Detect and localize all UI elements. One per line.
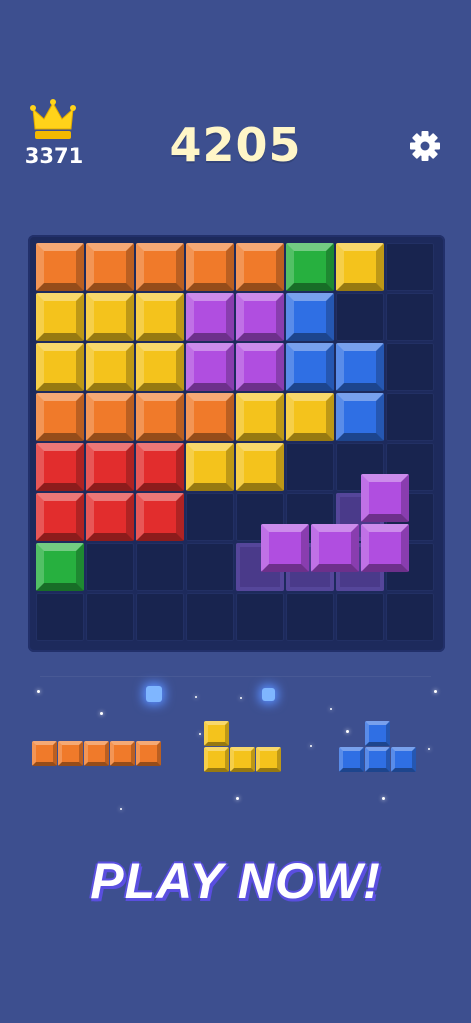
board-block-red: [86, 493, 134, 541]
sparkle-icon: [346, 730, 349, 733]
sparkle-icon: [310, 745, 312, 747]
board-block-yellow: [36, 343, 84, 391]
board-block-blue: [286, 293, 334, 341]
board-cell-empty[interactable]: [386, 593, 434, 641]
tray-piece-block: [204, 747, 229, 772]
sparkle-icon: [120, 808, 122, 810]
board-block-red: [136, 493, 184, 541]
board-block-orange: [236, 243, 284, 291]
tray-piece-block: [58, 741, 83, 766]
tray-piece-block: [256, 747, 281, 772]
board-block-blue: [336, 343, 384, 391]
tray-divider: [40, 676, 431, 677]
tray-piece-block: [365, 721, 390, 746]
board-cell-empty[interactable]: [86, 593, 134, 641]
sparkle-icon: [236, 797, 239, 800]
board-block-orange: [86, 243, 134, 291]
sparkle-icon: [428, 748, 430, 750]
sparkle-icon: [382, 797, 385, 800]
board-cell-empty[interactable]: [136, 543, 184, 591]
sparkle-icon: [100, 712, 103, 715]
board-cell-empty[interactable]: [36, 593, 84, 641]
board-block-orange: [136, 243, 184, 291]
board-block-yellow: [136, 293, 184, 341]
tray-piece-block: [204, 721, 229, 746]
board-cell-empty[interactable]: [236, 593, 284, 641]
board-block-purple: [186, 343, 234, 391]
board-block-yellow: [136, 343, 184, 391]
board-block-yellow: [86, 293, 134, 341]
tray-piece-block: [230, 747, 255, 772]
tray-piece-block: [84, 741, 109, 766]
board-block-red: [136, 443, 184, 491]
board-block-red: [86, 443, 134, 491]
game-board[interactable]: [28, 235, 445, 652]
board-block-purple: [236, 343, 284, 391]
sparkle-icon: [37, 690, 40, 693]
tray-piece-block: [136, 741, 161, 766]
board-cell-empty[interactable]: [386, 393, 434, 441]
sparkle-icon: [199, 733, 201, 735]
sparkle-icon: [240, 697, 242, 699]
glow-square-icon: [146, 686, 162, 702]
dragging-piece-block: [361, 474, 409, 522]
board-block-blue: [336, 393, 384, 441]
board-block-orange: [186, 243, 234, 291]
tray-piece-block: [391, 747, 416, 772]
dragging-piece-block: [361, 524, 409, 572]
board-block-red: [36, 443, 84, 491]
board-block-purple: [236, 293, 284, 341]
tray-piece-block: [32, 741, 57, 766]
board-block-red: [36, 493, 84, 541]
gear-icon[interactable]: [408, 129, 442, 163]
tray-piece-block: [365, 747, 390, 772]
board-cell-empty[interactable]: [386, 293, 434, 341]
board-block-orange: [86, 393, 134, 441]
board-block-yellow: [36, 293, 84, 341]
board-cell-empty[interactable]: [286, 593, 334, 641]
board-block-orange: [186, 393, 234, 441]
board-block-yellow: [86, 343, 134, 391]
sparkle-icon: [195, 696, 197, 698]
board-block-yellow: [236, 443, 284, 491]
dragging-piece-block: [311, 524, 359, 572]
tray-piece-block: [339, 747, 364, 772]
board-block-yellow: [286, 393, 334, 441]
board-cell-empty[interactable]: [186, 543, 234, 591]
board-block-purple: [186, 293, 234, 341]
board-block-green: [286, 243, 334, 291]
board-cell-empty[interactable]: [286, 443, 334, 491]
board-cell-empty[interactable]: [136, 593, 184, 641]
board-cell-empty[interactable]: [86, 543, 134, 591]
board-block-orange: [136, 393, 184, 441]
board-cell-empty[interactable]: [336, 593, 384, 641]
current-score: 4205: [169, 118, 302, 172]
board-cell-empty[interactable]: [186, 593, 234, 641]
board-block-yellow: [236, 393, 284, 441]
board-cell-empty[interactable]: [386, 343, 434, 391]
board-block-blue: [286, 343, 334, 391]
play-now-button[interactable]: PLAY NOW!: [0, 852, 471, 910]
board-block-yellow: [336, 243, 384, 291]
sparkle-icon: [434, 690, 437, 693]
board-cell-empty[interactable]: [336, 293, 384, 341]
board-cell-empty[interactable]: [186, 493, 234, 541]
board-block-green: [36, 543, 84, 591]
glow-square-icon: [262, 688, 275, 701]
dragging-piece-block: [261, 524, 309, 572]
board-block-orange: [36, 393, 84, 441]
board-cell-empty[interactable]: [386, 243, 434, 291]
sparkle-icon: [330, 708, 332, 710]
tray-piece-block: [110, 741, 135, 766]
board-block-yellow: [186, 443, 234, 491]
board-block-orange: [36, 243, 84, 291]
